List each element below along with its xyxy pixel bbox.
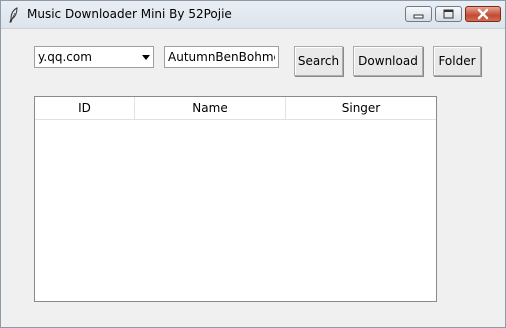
window-title: Music Downloader Mini By 52Pojie [27, 7, 232, 21]
column-header-id[interactable]: ID [35, 97, 135, 119]
download-button[interactable]: Download [353, 46, 423, 76]
close-button[interactable] [465, 6, 501, 22]
column-header-name[interactable]: Name [135, 97, 286, 119]
source-select[interactable]: y.qq.com [34, 46, 154, 68]
chevron-down-icon[interactable] [142, 55, 150, 60]
source-select-value: y.qq.com [38, 50, 92, 64]
table-body[interactable] [35, 120, 436, 301]
search-input[interactable] [164, 46, 279, 68]
minimize-button[interactable] [405, 6, 432, 22]
title-bar[interactable]: Music Downloader Mini By 52Pojie [1, 1, 505, 29]
table-header: ID Name Singer [35, 97, 436, 120]
feather-icon [9, 7, 18, 23]
column-header-singer[interactable]: Singer [286, 97, 436, 119]
app-window: Music Downloader Mini By 52Pojie y.qq.co… [0, 0, 506, 328]
minimize-icon [413, 14, 424, 19]
maximize-button[interactable] [435, 6, 462, 22]
folder-button[interactable]: Folder [433, 46, 481, 76]
search-button[interactable]: Search [294, 46, 343, 76]
maximize-icon [443, 9, 454, 19]
results-table[interactable]: ID Name Singer [34, 96, 437, 302]
close-icon [477, 8, 489, 20]
